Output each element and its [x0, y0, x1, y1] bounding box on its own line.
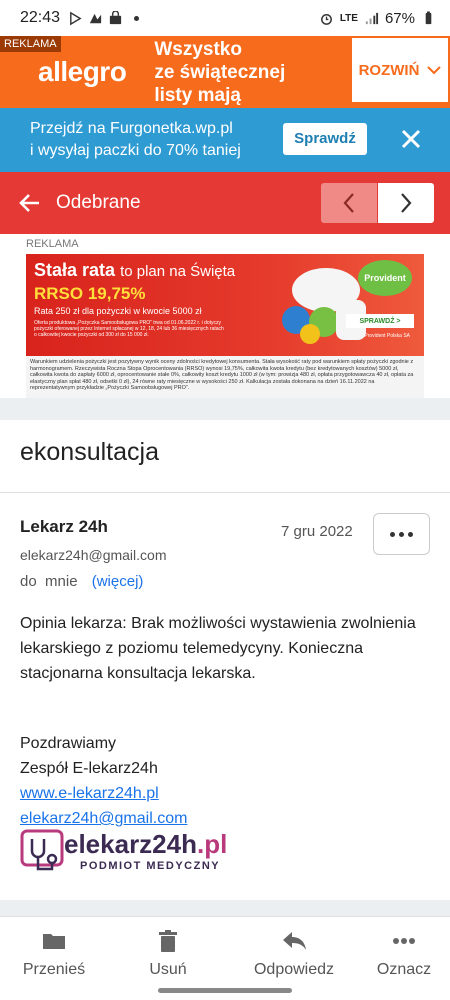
email-screen: 22:43 LTE 67% REKLAMA allegro Wszystko z…: [0, 0, 450, 1000]
to-value: mnie: [45, 573, 78, 590]
provident-ad-small-print: Oferta produktowa „Pożyczka Samoobsługow…: [34, 320, 224, 338]
furgonetka-text: Przejdź na Furgonetka.wp.pl i wysyłaj pa…: [30, 118, 270, 162]
reply-button[interactable]: Odpowiedz: [244, 927, 344, 979]
battery-percent: 67%: [384, 9, 415, 27]
move-label: Przenieś: [22, 961, 86, 978]
expand-ad-label: ROZWIŃ: [358, 61, 420, 79]
shopping-bag-icon: [109, 10, 122, 24]
furgonetka-line1: Przejdź na Furgonetka.wp.pl: [30, 120, 233, 137]
furgonetka-banner: Przejdź na Furgonetka.wp.pl i wysyłaj pa…: [0, 108, 450, 172]
delete-label: Usuń: [149, 961, 187, 978]
status-time: 22:43: [20, 9, 61, 26]
sender-email[interactable]: elekarz24h@gmail.com: [20, 547, 167, 563]
provident-company: Provident Polska SA: [364, 333, 410, 339]
status-bar: 22:43 LTE 67%: [0, 0, 450, 36]
allegro-ad-line3: listy mają: [154, 84, 241, 106]
dot: [408, 531, 413, 537]
status-right: LTE 67%: [319, 10, 436, 27]
logo-name-main: elekarz24h: [64, 829, 197, 859]
dot: [399, 531, 404, 537]
delete-button[interactable]: Usuń: [118, 927, 218, 979]
signature-greeting: Pozdrawiamy: [20, 735, 117, 752]
show-more-link[interactable]: (więcej): [92, 573, 144, 590]
reply-label: Odpowiedz: [253, 961, 335, 978]
previous-message-button[interactable]: [321, 183, 377, 223]
expand-ad-button[interactable]: ROZWIŃ: [352, 38, 448, 102]
close-icon[interactable]: [398, 126, 424, 152]
sender-name[interactable]: Lekarz 24h: [20, 517, 108, 537]
allegro-logo: allegro: [38, 56, 127, 87]
provident-ad-title-thin: to plan na Święta: [120, 263, 236, 280]
network-type: LTE: [339, 12, 358, 24]
logo-name: elekarz24h.pl: [64, 829, 227, 860]
ad-label: REKLAMA: [26, 238, 79, 250]
alarm-icon: [320, 13, 332, 25]
provident-ad[interactable]: Stała rata to plan na Święta RRSO 19,75%…: [26, 254, 424, 356]
signal-icon: [365, 12, 379, 24]
chevron-down-icon: [427, 66, 442, 75]
battery-icon: [425, 10, 432, 24]
trash-icon: [159, 930, 177, 952]
dot: [390, 531, 395, 537]
mail-header: Odebrane: [0, 172, 450, 234]
logo-subtitle: PODMIOT MEDYCZNY: [80, 860, 221, 872]
check-button[interactable]: Sprawdź: [283, 123, 367, 155]
logo-name-tld: .pl: [196, 829, 228, 859]
provident-logo: Provident: [358, 260, 412, 296]
notification-dot: [134, 15, 140, 21]
provident-ad-title-bold: Stała rata: [34, 260, 116, 280]
app-notification-icon: [89, 13, 102, 23]
mark-label: Oznacz: [376, 961, 432, 978]
mark-button[interactable]: Oznacz: [354, 927, 450, 979]
provident-check-button[interactable]: SPRAWDŹ >: [346, 314, 414, 328]
email-link[interactable]: elekarz24h@gmail.com: [20, 806, 187, 831]
allegro-ad-text: Wszystko ze świątecznej listy mają: [154, 38, 304, 107]
message-date: 7 gru 2022: [281, 523, 353, 540]
medical-logo-icon: [20, 829, 64, 871]
provident-ad-sub: Rata 250 zł dla pożyczki w kwocie 5000 z…: [34, 306, 202, 316]
move-button[interactable]: Przenieś: [4, 927, 104, 979]
bottom-divider: [0, 900, 450, 916]
to-label: do: [20, 573, 37, 590]
section-divider: [0, 398, 450, 420]
furgonetka-line2: i wysyłaj paczki do 70% taniej: [30, 142, 241, 159]
email-body: Opinia lekarza: Brak możliwości wystawie…: [20, 615, 416, 682]
provident-ad-title: Stała rata to plan na Święta: [34, 260, 235, 281]
home-indicator[interactable]: [158, 988, 292, 993]
elekarz-logo: elekarz24h.pl PODMIOT MEDYCZNY: [20, 829, 280, 875]
reply-icon: [283, 932, 306, 950]
folder-icon: [43, 934, 65, 949]
notification-icons: [68, 10, 140, 26]
message-options-button[interactable]: [373, 513, 430, 555]
next-message-button[interactable]: [378, 183, 434, 223]
recipients: do mnie (więcej): [20, 573, 143, 590]
ad-tag: REKLAMA: [0, 36, 61, 52]
website-link[interactable]: www.e-lekarz24h.pl: [20, 781, 187, 806]
chevron-left-icon: [343, 193, 354, 213]
chevron-right-icon: [401, 193, 412, 213]
provident-ad-rrso: RRSO 19,75%: [34, 284, 146, 303]
email-subject: ekonsultacja: [20, 438, 159, 466]
divider: [0, 492, 450, 493]
folder-title: Odebrane: [56, 192, 141, 213]
email-signature: Pozdrawiamy Zespół E-lekarz24h www.e-lek…: [20, 731, 187, 831]
back-arrow-icon[interactable]: [18, 191, 42, 215]
allegro-ad-line2: ze świątecznej: [154, 61, 286, 83]
provident-legal-text: Warunkiem udzielenia pożyczki jest pozyt…: [26, 356, 424, 398]
allegro-ad-line1: Wszystko: [154, 38, 242, 60]
allegro-ad-banner[interactable]: REKLAMA allegro Wszystko ze świątecznej …: [0, 36, 450, 108]
more-dots-icon: [393, 938, 415, 944]
signature-team: Zespół E-lekarz24h: [20, 760, 158, 777]
play-store-icon: [70, 11, 82, 25]
